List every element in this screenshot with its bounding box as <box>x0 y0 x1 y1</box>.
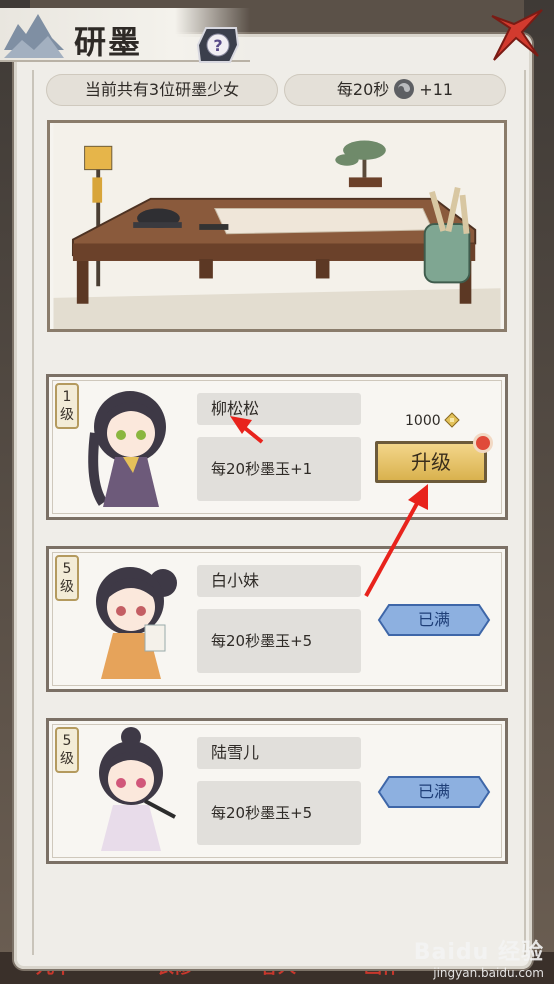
jade-coin-icon <box>443 412 460 428</box>
production-rate-pill: 每20秒 +11 <box>284 74 506 106</box>
girls-count-pill: 当前共有3位研墨少女 <box>46 74 278 106</box>
watermark: Baidu 经验 jingyan.baidu.com <box>414 934 544 980</box>
girl-portrait <box>99 727 176 851</box>
girl-rate-box: 每20秒墨玉+5 <box>197 609 361 673</box>
girl-rate: 每20秒墨玉+5 <box>211 804 313 822</box>
level-unit: 级 <box>60 407 74 423</box>
girl-portrait <box>96 567 177 679</box>
upgrade-cost-value: 1000 <box>405 413 441 429</box>
girl-rate-box: 每20秒墨玉+1 <box>197 437 361 501</box>
girl-portrait <box>88 391 166 507</box>
girls-count-text: 当前共有3位研墨少女 <box>84 80 240 99</box>
level-unit: 级 <box>60 579 74 595</box>
level-number: 5 <box>62 733 72 749</box>
help-button[interactable]: ? <box>196 26 240 64</box>
girl-name: 白小妹 <box>211 571 260 590</box>
watermark-url: jingyan.baidu.com <box>433 966 544 980</box>
rate-suffix: +11 <box>419 80 454 99</box>
watermark-logo-text: Baidu 经验 <box>413 940 544 965</box>
svg-text:?: ? <box>213 36 222 55</box>
level-number: 1 <box>62 389 72 405</box>
notification-dot <box>473 433 493 453</box>
maxed-button-label: 已满 <box>417 782 450 801</box>
girl-card: 5 级 陆雪儿 每20秒墨玉+5 已满 <box>46 718 508 864</box>
study-room-scene <box>47 120 507 332</box>
upgrade-button[interactable]: 升级 <box>375 441 487 483</box>
girl-name-box: 陆雪儿 <box>197 737 361 769</box>
title-banner: 研墨 ? <box>0 8 250 64</box>
mountain-icon <box>4 14 64 58</box>
level-number: 5 <box>62 561 72 577</box>
girl-name: 柳松松 <box>211 399 260 418</box>
page-title: 研墨 <box>74 23 143 61</box>
study-room-illustration <box>53 123 501 329</box>
girl-rate-box: 每20秒墨玉+5 <box>197 781 361 845</box>
girl-card: 5 级 白小妹 每20秒墨玉+5 已满 <box>46 546 508 692</box>
upgrade-cost: 1000 <box>405 411 460 431</box>
maxed-button[interactable]: 已满 <box>377 603 491 637</box>
close-button[interactable] <box>486 4 546 64</box>
level-unit: 级 <box>60 751 74 767</box>
maxed-button-label: 已满 <box>417 610 450 629</box>
ink-jade-icon <box>394 79 415 99</box>
girl-card: 1 级 柳松松 每20秒墨玉+1 1000 升级 <box>46 374 508 520</box>
girl-rate: 每20秒墨玉+1 <box>211 460 313 478</box>
girl-name-box: 白小妹 <box>197 565 361 597</box>
girl-name: 陆雪儿 <box>211 743 260 762</box>
maxed-button[interactable]: 已满 <box>377 775 491 809</box>
girl-rate: 每20秒墨玉+5 <box>211 632 313 650</box>
girl-name-box: 柳松松 <box>197 393 361 425</box>
rate-prefix: 每20秒 <box>336 80 390 99</box>
